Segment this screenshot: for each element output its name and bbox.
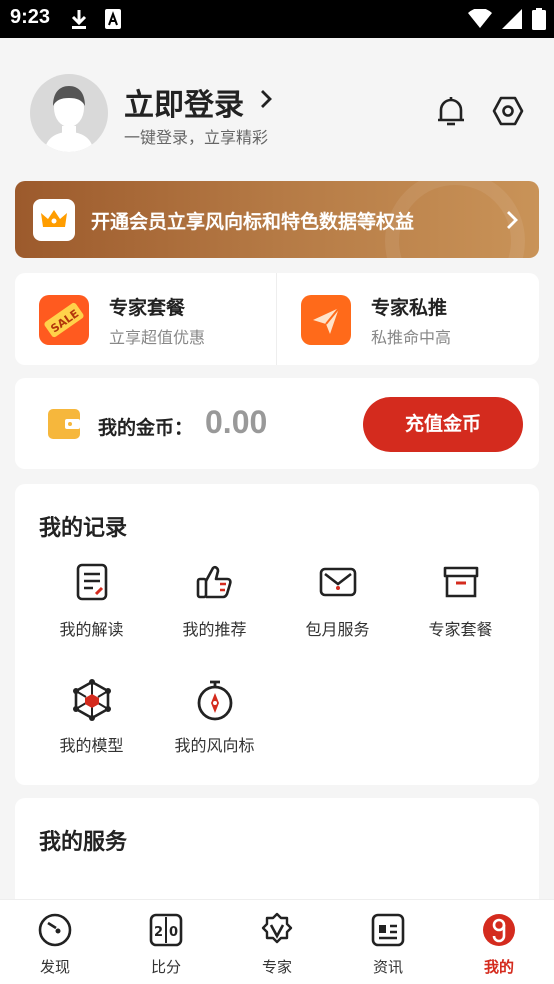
record-label: 我的解读 xyxy=(59,620,124,639)
sale-tag-icon: SALE xyxy=(39,295,89,345)
stopwatch-icon xyxy=(153,678,276,726)
login-subtitle: 一键登录，立享精彩 xyxy=(124,128,269,147)
tab-discover[interactable]: 发现 xyxy=(0,912,110,977)
vip-banner-text: 开通会员立享风向标和特色数据等权益 xyxy=(91,211,415,233)
tab-score[interactable]: 20 比分 xyxy=(111,912,221,977)
signal-icon xyxy=(502,9,522,33)
tab-label: 我的 xyxy=(483,958,514,976)
private-push-item[interactable]: 专家私推 私推命中高 xyxy=(277,273,539,365)
chevron-right-icon xyxy=(505,209,519,235)
wifi-icon xyxy=(468,8,492,33)
package-subtitle: 立享超值优惠 xyxy=(109,328,206,347)
news-icon xyxy=(371,913,405,947)
expert-badge-icon xyxy=(261,912,293,944)
profile-header: 立即登录 一键登录，立享精彩 xyxy=(0,38,554,178)
tab-label: 资讯 xyxy=(372,958,403,976)
tab-label: 比分 xyxy=(150,958,181,976)
tab-label: 发现 xyxy=(39,958,70,976)
record-label: 专家套餐 xyxy=(428,620,493,639)
record-item-recommend[interactable]: 我的推荐 xyxy=(153,562,276,640)
coin-label: 我的金币： xyxy=(98,417,194,439)
tab-news[interactable]: 资讯 xyxy=(333,912,443,977)
package-subtitle: 私推命中高 xyxy=(371,328,452,347)
record-label: 包月服务 xyxy=(305,620,370,639)
paper-plane-icon xyxy=(301,295,351,345)
app-notification-icon xyxy=(104,8,122,34)
record-item-monthly[interactable]: 包月服务 xyxy=(276,562,399,640)
thumbs-up-icon xyxy=(153,562,276,606)
settings-icon[interactable] xyxy=(492,96,524,130)
record-item-model[interactable]: 我的模型 xyxy=(30,678,153,756)
wallet-icon xyxy=(47,406,81,444)
status-time: 9:23 xyxy=(10,6,51,28)
crown-icon xyxy=(33,199,75,241)
download-icon xyxy=(70,8,88,34)
battery-icon xyxy=(532,8,546,34)
bell-icon[interactable] xyxy=(434,94,468,132)
package-title: 专家套餐 xyxy=(109,297,186,319)
packages-card: SALE 专家套餐 立享超值优惠 专家私推 私推命中高 xyxy=(15,273,539,365)
record-item-package[interactable]: 专家套餐 xyxy=(399,562,522,640)
records-card: 我的记录 我的解读 我的推荐 包月服务 专家套餐 我的模型 我的风向标 xyxy=(15,484,539,785)
package-title: 专家私推 xyxy=(371,297,448,319)
score-icon: 20 xyxy=(149,913,183,947)
section-title: 我的服务 xyxy=(39,830,128,855)
record-label: 我的模型 xyxy=(59,736,124,755)
chevron-right-icon[interactable] xyxy=(258,88,274,114)
record-item-interpretation[interactable]: 我的解读 xyxy=(30,562,153,640)
svg-text:0: 0 xyxy=(169,925,178,940)
document-icon xyxy=(30,562,153,606)
compass-icon xyxy=(38,913,72,947)
coin-balance: 0.00 xyxy=(205,404,268,440)
vip-banner[interactable]: 开通会员立享风向标和特色数据等权益 xyxy=(15,181,539,258)
box-icon xyxy=(399,562,522,606)
record-label: 我的风向标 xyxy=(174,736,255,755)
record-label: 我的推荐 xyxy=(182,620,247,639)
login-title[interactable]: 立即登录 xyxy=(124,80,244,124)
coins-card: 我的金币： 0.00 充值金币 xyxy=(15,378,539,469)
tab-mine[interactable]: 我的 xyxy=(444,912,554,977)
svg-text:2: 2 xyxy=(154,925,163,940)
expert-package-item[interactable]: SALE 专家套餐 立享超值优惠 xyxy=(15,273,277,365)
molecule-icon xyxy=(30,678,153,726)
profile-icon xyxy=(483,914,515,946)
envelope-icon xyxy=(276,562,399,606)
avatar[interactable] xyxy=(30,74,108,152)
record-item-vane[interactable]: 我的风向标 xyxy=(153,678,276,756)
status-bar: 9:23 xyxy=(0,0,554,38)
bottom-tab-bar: 发现 20 比分 专家 资讯 我的 xyxy=(0,899,554,984)
tab-expert[interactable]: 专家 xyxy=(222,912,332,977)
section-title: 我的记录 xyxy=(39,516,128,541)
tab-label: 专家 xyxy=(261,958,292,976)
recharge-button[interactable]: 充值金币 xyxy=(363,397,523,452)
